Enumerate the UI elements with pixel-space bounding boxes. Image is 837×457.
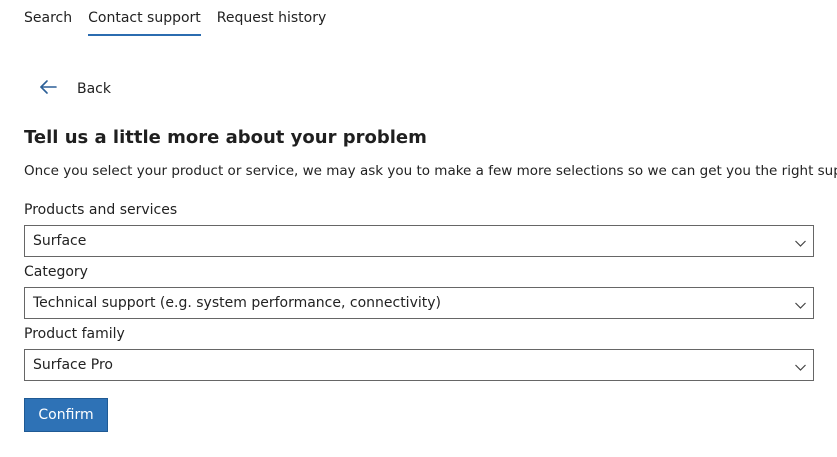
tab-request-history[interactable]: Request history: [217, 0, 326, 36]
product-family-select[interactable]: Surface Pro: [24, 349, 814, 381]
products-services-value: Surface: [33, 233, 87, 249]
category-select[interactable]: Technical support (e.g. system performan…: [24, 287, 814, 319]
confirm-button[interactable]: Confirm: [24, 398, 108, 432]
chevron-down-icon: [794, 235, 807, 248]
chevron-down-icon: [794, 359, 807, 372]
page-title: Tell us a little more about your problem: [24, 127, 427, 148]
back-label: Back: [77, 81, 111, 97]
tab-search[interactable]: Search: [24, 0, 72, 36]
support-tabs: Search Contact support Request history: [24, 0, 326, 36]
product-family-label: Product family: [24, 326, 125, 342]
back-button[interactable]: Back: [38, 78, 111, 100]
product-family-value: Surface Pro: [33, 357, 113, 373]
tab-contact-support[interactable]: Contact support: [88, 0, 201, 36]
category-label: Category: [24, 264, 88, 280]
arrow-left-icon: [38, 77, 58, 101]
page-description: Once you select your product or service,…: [24, 163, 837, 179]
products-services-label: Products and services: [24, 202, 178, 218]
chevron-down-icon: [794, 297, 807, 310]
products-services-select[interactable]: Surface: [24, 225, 814, 257]
category-value: Technical support (e.g. system performan…: [33, 295, 441, 311]
